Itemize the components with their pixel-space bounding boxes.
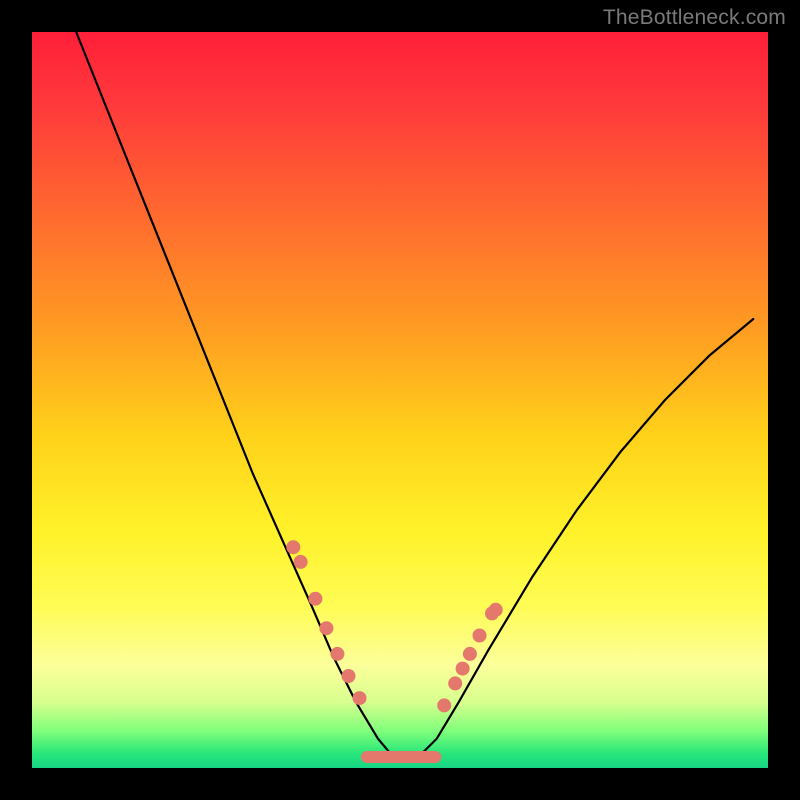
- plot-area: [32, 32, 768, 768]
- annotated-point: [319, 621, 333, 635]
- annotated-point: [353, 691, 367, 705]
- annotated-point: [342, 669, 356, 683]
- annotated-point: [463, 647, 477, 661]
- annotated-point: [308, 592, 322, 606]
- annotated-point: [294, 555, 308, 569]
- curve-svg: [32, 32, 768, 768]
- annotated-points: [286, 540, 502, 712]
- annotated-point: [330, 647, 344, 661]
- watermark-text: TheBottleneck.com: [603, 6, 786, 30]
- bottleneck-curve: [76, 32, 753, 761]
- chart-frame: TheBottleneck.com: [0, 0, 800, 800]
- annotated-point: [456, 662, 470, 676]
- annotated-point: [437, 698, 451, 712]
- annotated-point: [448, 676, 462, 690]
- annotated-point: [489, 603, 503, 617]
- annotated-point: [286, 540, 300, 554]
- annotated-point: [473, 629, 487, 643]
